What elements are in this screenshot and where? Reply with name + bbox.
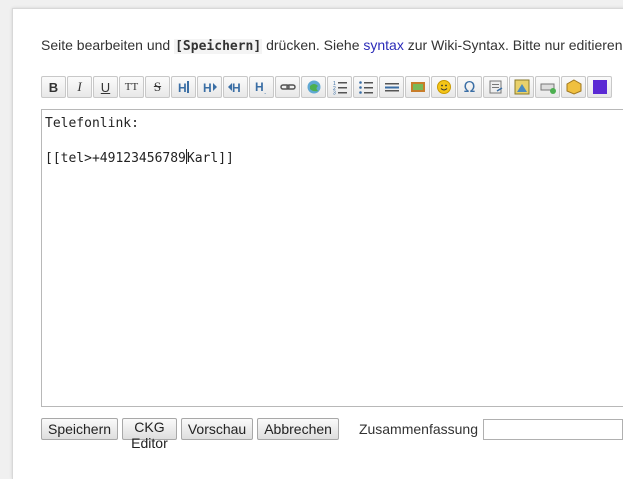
heading-higher-level-icon[interactable]: H [223, 76, 248, 98]
svg-text:.: . [264, 87, 266, 95]
save-code-hint: [Speichern] [174, 39, 263, 54]
horizontal-rule-icon[interactable] [379, 76, 404, 98]
preview-button[interactable]: Vorschau [180, 418, 254, 440]
intro-text-2: drücken. Siehe [262, 37, 364, 53]
heading-same-level-icon[interactable]: H [171, 76, 196, 98]
smiley-icon[interactable] [431, 76, 456, 98]
underline-button[interactable]: U [93, 76, 118, 98]
editor-line-1: Telefonlink: [45, 116, 139, 131]
heading-select-icon[interactable]: H. [249, 76, 274, 98]
image-icon[interactable] [405, 76, 430, 98]
strike-button[interactable]: S [145, 76, 170, 98]
editor-text-before-caret: [[tel>+49123456789 [45, 151, 186, 166]
svg-text:H: H [203, 81, 212, 95]
intro-text-1: Seite bearbeiten und [41, 37, 175, 53]
intro-text-3: zur Wiki-Syntax. Bitte nur editieren [403, 37, 623, 53]
table-icon[interactable] [535, 76, 560, 98]
svg-text:H: H [255, 80, 264, 94]
ordered-list-icon[interactable]: 123 [327, 76, 352, 98]
edit-actions: Speichern CKG Editor Vorschau Abbrechen … [41, 418, 623, 451]
bold-button[interactable]: B [41, 76, 66, 98]
editor-text-after-caret: Karl]] [186, 151, 234, 166]
monospace-button[interactable]: TT [119, 76, 144, 98]
media-icon[interactable] [509, 76, 534, 98]
color-icon[interactable] [587, 76, 612, 98]
editor-line-3: [[tel>+49123456789Karl]] [45, 149, 623, 166]
svg-text:H: H [232, 81, 241, 95]
summary-input[interactable] [483, 418, 623, 440]
editor-toolbar: B I U TT S H H H H. 123 Ω [41, 76, 623, 100]
editor-line-2 [45, 132, 623, 149]
heading-lower-level-icon[interactable]: H [197, 76, 222, 98]
wiki-text-editor[interactable]: Telefonlink: [[tel>+49123456789Karl]] [41, 109, 623, 407]
svg-text:3: 3 [333, 91, 336, 96]
syntax-link[interactable]: syntax [363, 37, 403, 53]
insert-signature-icon[interactable] [483, 76, 508, 98]
ckg-editor-button[interactable]: CKG Editor [122, 418, 177, 451]
svg-text:H: H [178, 81, 187, 95]
save-button[interactable]: Speichern [41, 418, 119, 440]
special-chars-icon[interactable]: Ω [457, 76, 482, 98]
unordered-list-icon[interactable] [353, 76, 378, 98]
summary-label: Zusammenfassung [358, 421, 478, 437]
external-link-icon[interactable] [301, 76, 326, 98]
italic-button[interactable]: I [67, 76, 92, 98]
plugin-icon[interactable] [561, 76, 586, 98]
cancel-button[interactable]: Abbrechen [257, 418, 339, 440]
edit-instructions: Seite bearbeiten und [Speichern] drücken… [41, 37, 622, 54]
link-icon[interactable] [275, 76, 300, 98]
